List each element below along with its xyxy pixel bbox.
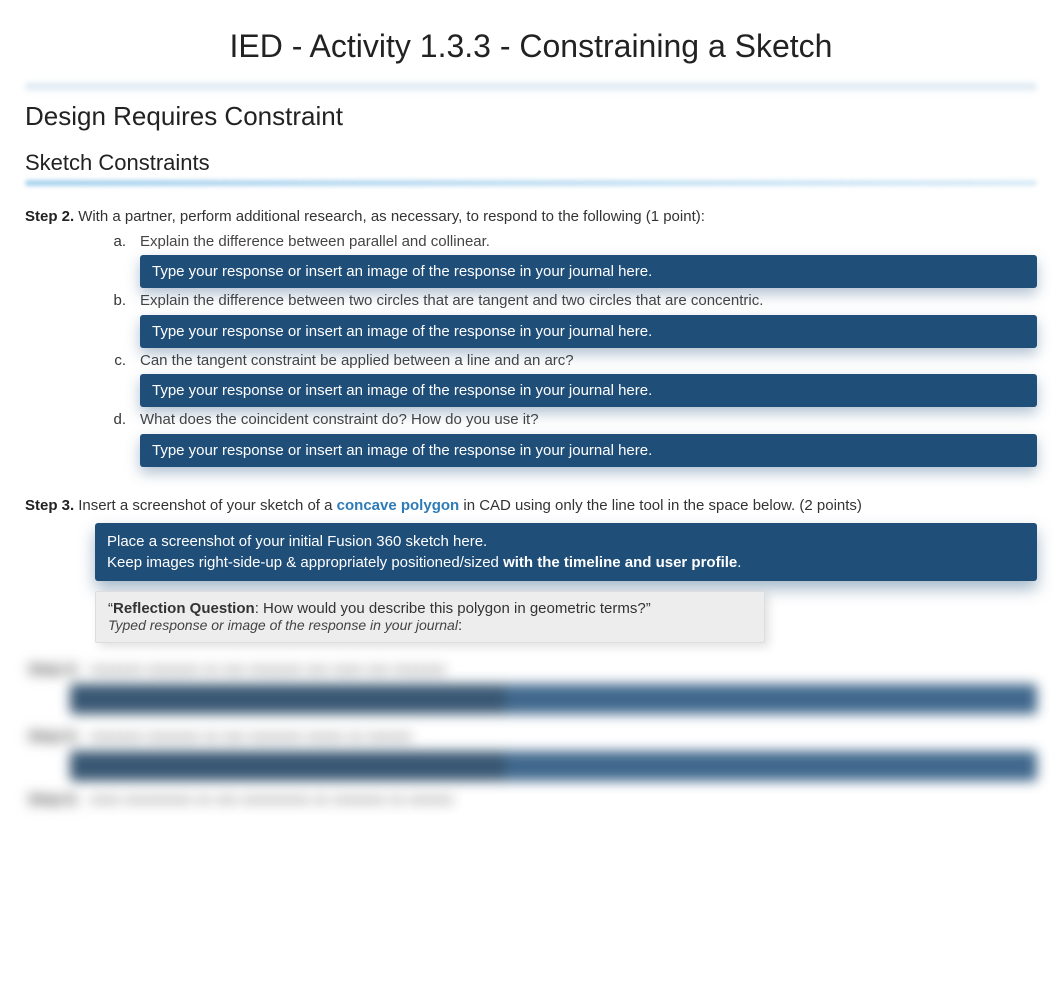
sub-marker: b. (95, 290, 140, 313)
sub-item-a: a. Explain the difference between parall… (95, 231, 1037, 254)
concave-polygon-link[interactable]: concave polygon (337, 497, 460, 514)
sub-marker: c. (95, 350, 140, 373)
sub-text: Explain the difference between parallel … (140, 231, 1037, 254)
sub-item-b: b. Explain the difference between two ci… (95, 290, 1037, 313)
sub-item-c: c. Can the tangent constraint be applied… (95, 350, 1037, 373)
sub-item-d: d. What does the coincident constraint d… (95, 409, 1037, 432)
sub-text: What does the coincident constraint do? … (140, 409, 1037, 432)
sub-marker: d. (95, 409, 140, 432)
screenshot-line2: Keep images right-side-up & appropriatel… (107, 552, 1025, 573)
reflection-question: “Reflection Question: How would you desc… (108, 600, 752, 617)
response-box-c[interactable]: Type your response or insert an image of… (140, 374, 1037, 407)
step-2-text: With a partner, perform additional resea… (78, 206, 705, 229)
step-3-text: Insert a screenshot of your sketch of a … (78, 495, 862, 518)
screenshot-box[interactable]: Place a screenshot of your initial Fusio… (95, 523, 1037, 581)
blurred-content: Step 4. xxxxxxx xxxxxxx xx xxx xxxxxxx x… (25, 661, 1037, 808)
sub-marker: a. (95, 231, 140, 254)
response-box-a[interactable]: Type your response or insert an image of… (140, 255, 1037, 288)
response-box-d[interactable]: Type your response or insert an image of… (140, 434, 1037, 467)
sub-text: Explain the difference between two circl… (140, 290, 1037, 313)
page-title: IED - Activity 1.3.3 - Constraining a Sk… (25, 28, 1037, 65)
step-3-after: in CAD using only the line tool in the s… (459, 497, 862, 514)
step-3-row: Step 3. Insert a screenshot of your sket… (25, 495, 1037, 518)
section-heading-2: Sketch Constraints (25, 150, 1037, 176)
step-2-label: Step 2. (25, 206, 74, 229)
step-3-label: Step 3. (25, 495, 74, 518)
reflection-box[interactable]: “Reflection Question: How would you desc… (95, 591, 765, 643)
divider-top (25, 83, 1037, 93)
section-heading-1: Design Requires Constraint (25, 101, 1037, 132)
response-box-b[interactable]: Type your response or insert an image of… (140, 315, 1037, 348)
step-2-row: Step 2. With a partner, perform addition… (25, 206, 1037, 229)
screenshot-line1: Place a screenshot of your initial Fusio… (107, 531, 1025, 552)
reflection-sub: Typed response or image of the response … (108, 617, 752, 634)
divider-thin (25, 180, 1037, 186)
step-3-before: Insert a screenshot of your sketch of a (78, 497, 336, 514)
step-2-sublist: a. Explain the difference between parall… (95, 231, 1037, 254)
sub-text: Can the tangent constraint be applied be… (140, 350, 1037, 373)
